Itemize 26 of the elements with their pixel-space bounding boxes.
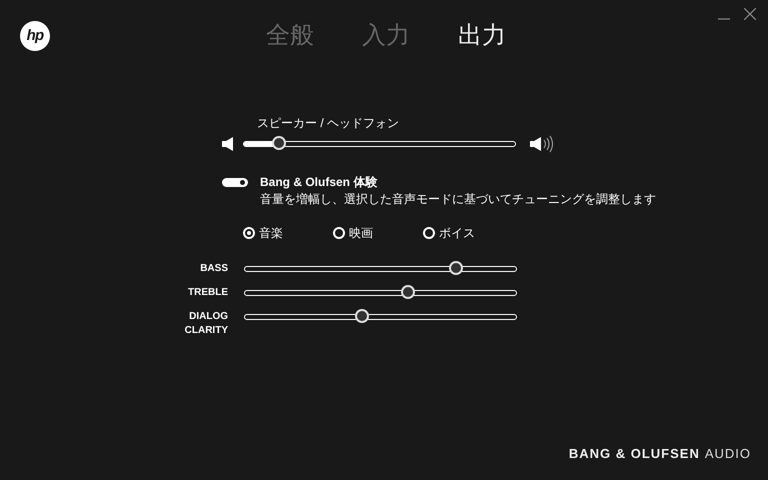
radio-label: ボイス — [439, 225, 475, 242]
brand-name: BANG & OLUFSEN — [568, 444, 700, 462]
slider-thumb[interactable] — [449, 261, 464, 275]
setting-description: 音量を増幅し、選択した音声モードに基づいてチューニングを調整します — [260, 191, 656, 208]
tab[interactable]: 入力 — [362, 21, 410, 51]
slider-label: TREBLE — [187, 286, 228, 300]
slider-label: DIALOG CLARITY — [184, 310, 228, 338]
speaker-loud-icon — [530, 135, 556, 153]
radio-button[interactable] — [423, 227, 435, 239]
tab[interactable]: 出力 — [458, 21, 506, 51]
logo: hp — [20, 21, 50, 51]
speaker-quiet-icon — [222, 137, 234, 151]
slider-label: BASS — [199, 262, 228, 276]
radio-label: 音楽 — [259, 225, 283, 242]
setting-title: Bang & Olufsen 体験 — [260, 174, 378, 190]
slider-thumb[interactable] — [400, 285, 415, 299]
tab[interactable]: 全般 — [266, 21, 314, 51]
slider-thumb[interactable] — [354, 309, 369, 323]
brand-suffix: AUDIO — [704, 444, 751, 462]
radio-label: 映画 — [349, 225, 373, 242]
radio-button[interactable] — [243, 227, 255, 239]
slider-label: スピーカー / ヘッドフォン — [257, 116, 400, 130]
close-icon[interactable] — [744, 8, 756, 20]
slider-thumb[interactable] — [272, 136, 286, 150]
radio-button[interactable] — [333, 227, 345, 239]
toggle-switch[interactable] — [222, 178, 248, 187]
